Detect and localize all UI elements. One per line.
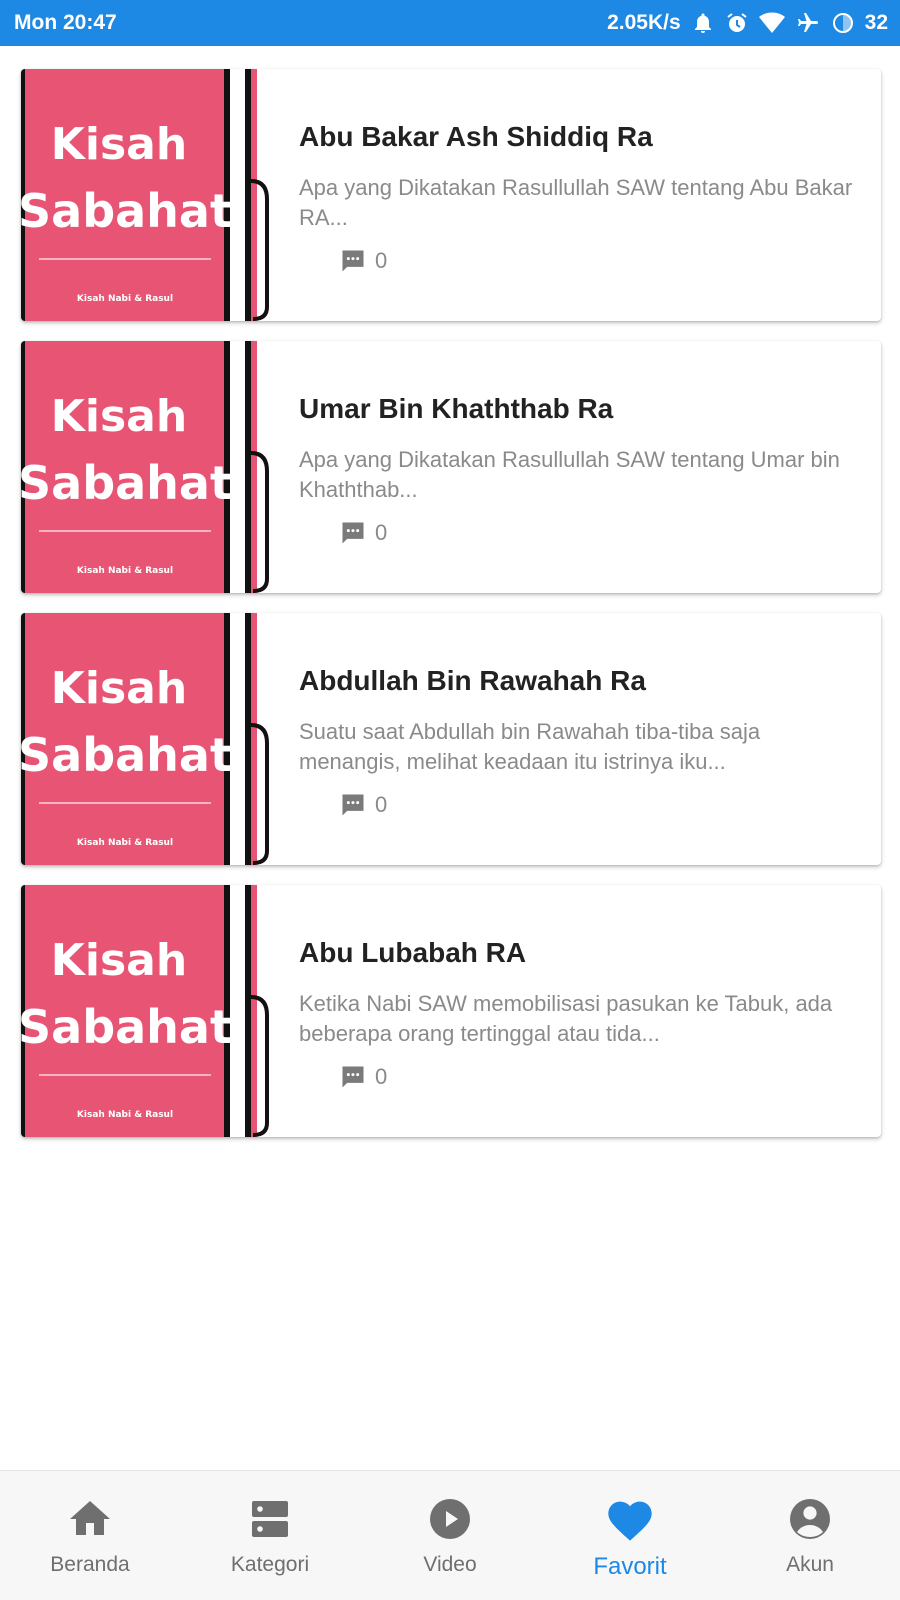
- article-card[interactable]: Kisah Sabahat Kisah Nabi & Rasul Abdulla…: [21, 613, 881, 865]
- status-icons: 2.05K/s 32: [607, 11, 888, 35]
- thumbnail-line2: Sabahat: [21, 728, 232, 782]
- thumbnail-footer: Kisah Nabi & Rasul: [77, 294, 173, 304]
- nav-label: Kategori: [230, 1553, 310, 1576]
- nav-label: Akun: [786, 1553, 834, 1576]
- status-time: Mon 20:47: [14, 11, 117, 34]
- article-body: Abdullah Bin Rawahah Ra Suatu saat Abdul…: [299, 613, 879, 865]
- bell-icon: [691, 11, 715, 35]
- article-title[interactable]: Umar Bin Khaththab Ra: [299, 393, 613, 425]
- thumbnail-line2: Sabahat: [21, 184, 232, 238]
- article-body: Abu Lubabah RA Ketika Nabi SAW memobilis…: [299, 885, 879, 1137]
- article-card[interactable]: Kisah Sabahat Kisah Nabi & Rasul Abu Bak…: [21, 69, 881, 321]
- home-icon: [66, 1495, 114, 1553]
- comment-count-value: 0: [375, 520, 388, 545]
- category-icon: [246, 1495, 294, 1553]
- heart-icon: [604, 1495, 656, 1553]
- nav-item-kategori[interactable]: Kategori: [180, 1471, 360, 1577]
- article-card[interactable]: Kisah Sabahat Kisah Nabi & Rasul Umar Bi…: [21, 341, 881, 593]
- thumbnail-footer: Kisah Nabi & Rasul: [77, 1110, 173, 1120]
- comment-icon: [339, 791, 367, 819]
- article-title[interactable]: Abdullah Bin Rawahah Ra: [299, 665, 646, 697]
- article-thumbnail: Kisah Sabahat Kisah Nabi & Rasul: [21, 885, 271, 1137]
- article-excerpt: Ketika Nabi SAW memobilisasi pasukan ke …: [299, 991, 833, 1046]
- alarm-icon: [725, 11, 749, 35]
- thumbnail-footer: Kisah Nabi & Rasul: [77, 838, 173, 848]
- comment-icon: [339, 1063, 367, 1091]
- article-thumbnail: Kisah Sabahat Kisah Nabi & Rasul: [21, 341, 271, 593]
- battery-icon: [831, 11, 855, 35]
- article-title[interactable]: Abu Lubabah RA: [299, 937, 526, 969]
- nav-item-akun[interactable]: Akun: [720, 1471, 900, 1577]
- thumbnail-line1: Kisah: [51, 119, 187, 170]
- thumbnail-footer: Kisah Nabi & Rasul: [77, 566, 173, 576]
- article-title[interactable]: Abu Bakar Ash Shiddiq Ra: [299, 121, 653, 153]
- bottom-navigation: Beranda Kategori Video Favorit Akun: [0, 1470, 900, 1600]
- article-thumbnail: Kisah Sabahat Kisah Nabi & Rasul: [21, 69, 271, 321]
- comment-count: 0: [339, 791, 387, 819]
- nav-item-video[interactable]: Video: [360, 1471, 540, 1577]
- comment-count-value: 0: [375, 792, 388, 817]
- nav-label: Video: [423, 1553, 477, 1576]
- comment-count: 0: [339, 247, 387, 275]
- nav-label: Favorit: [593, 1553, 667, 1580]
- comment-icon: [339, 519, 367, 547]
- article-body: Abu Bakar Ash Shiddiq Ra Apa yang Dikata…: [299, 69, 879, 321]
- comment-count-value: 0: [375, 1064, 388, 1089]
- network-speed: 2.05K/s: [607, 11, 681, 34]
- thumbnail-line1: Kisah: [51, 935, 187, 986]
- nav-label: Beranda: [50, 1553, 130, 1576]
- comment-count-value: 0: [375, 248, 388, 273]
- account-icon: [786, 1495, 834, 1553]
- article-excerpt: Apa yang Dikatakan Rasullullah SAW tenta…: [299, 447, 840, 502]
- thumbnail-line1: Kisah: [51, 391, 187, 442]
- article-excerpt: Suatu saat Abdullah bin Rawahah tiba-tib…: [299, 719, 761, 774]
- article-card[interactable]: Kisah Sabahat Kisah Nabi & Rasul Abu Lub…: [21, 885, 881, 1137]
- battery-level: 32: [864, 11, 888, 34]
- thumbnail-line2: Sabahat: [21, 1000, 232, 1054]
- wifi-icon: [758, 12, 785, 34]
- nav-item-favorit[interactable]: Favorit: [540, 1471, 720, 1581]
- nav-item-beranda[interactable]: Beranda: [0, 1471, 180, 1577]
- comment-icon: [339, 247, 367, 275]
- article-thumbnail: Kisah Sabahat Kisah Nabi & Rasul: [21, 613, 271, 865]
- airplane-icon: [795, 11, 821, 35]
- thumbnail-line2: Sabahat: [21, 456, 232, 510]
- status-bar: Mon 20:47 2.05K/s 32: [0, 0, 900, 46]
- comment-count: 0: [339, 1063, 387, 1091]
- article-body: Umar Bin Khaththab Ra Apa yang Dikatakan…: [299, 341, 879, 593]
- comment-count: 0: [339, 519, 387, 547]
- thumbnail-line1: Kisah: [51, 663, 187, 714]
- article-excerpt: Apa yang Dikatakan Rasullullah SAW tenta…: [299, 175, 853, 230]
- play-icon: [426, 1495, 474, 1553]
